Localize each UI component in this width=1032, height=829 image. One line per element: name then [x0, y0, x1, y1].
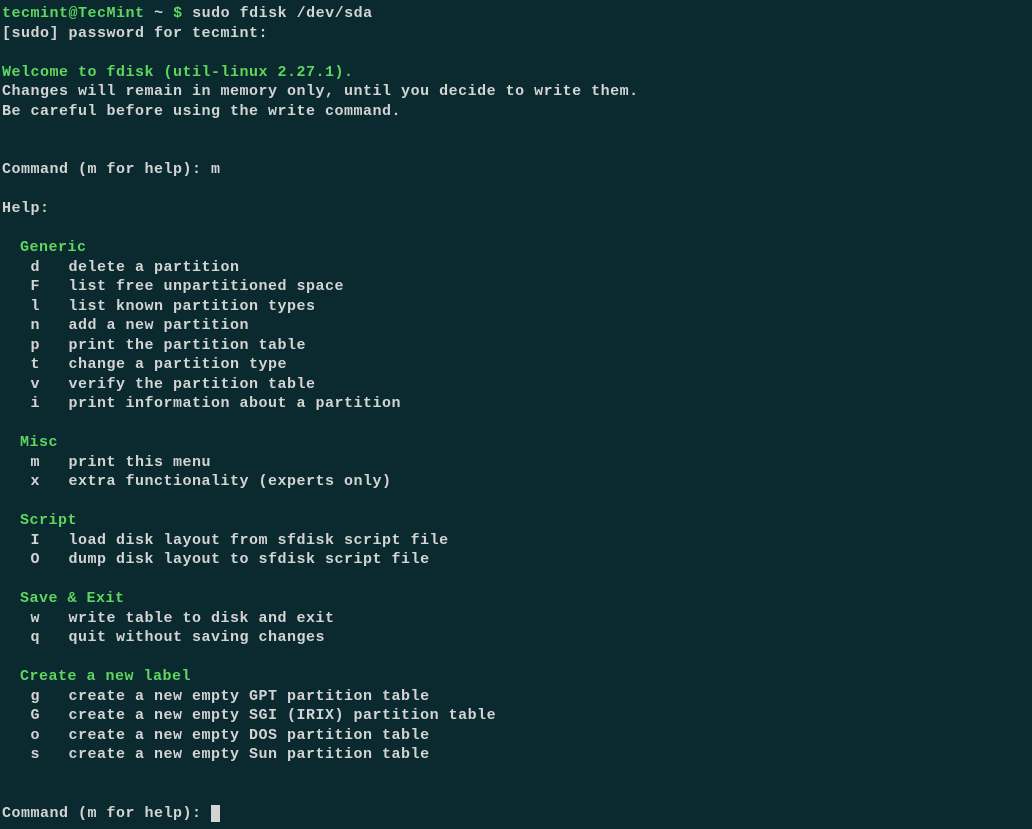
help-item: i print information about a partition: [2, 395, 401, 412]
prompt-line: tecmint@TecMint ~ $ sudo fdisk /dev/sda: [2, 5, 373, 22]
help-item: g create a new empty GPT partition table: [2, 688, 430, 705]
prompt-user: tecmint: [2, 5, 69, 22]
sudo-password-line: [sudo] password for tecmint:: [2, 25, 268, 42]
user-input: m: [211, 161, 221, 178]
command-prompt: Command (m for help): m: [2, 161, 221, 178]
help-item: s create a new empty Sun partition table: [2, 746, 430, 763]
help-item: O dump disk layout to sfdisk script file: [2, 551, 430, 568]
prompt-host: TecMint: [78, 5, 145, 22]
help-item: q quit without saving changes: [2, 629, 325, 646]
help-item: I load disk layout from sfdisk script fi…: [2, 532, 449, 549]
prompt-symbol: $: [173, 5, 183, 22]
help-item: w write table to disk and exit: [2, 610, 335, 627]
help-item: d delete a partition: [2, 259, 240, 276]
warn-line-2: Be careful before using the write comman…: [2, 103, 401, 120]
terminal-output[interactable]: tecmint@TecMint ~ $ sudo fdisk /dev/sda …: [2, 4, 1030, 823]
help-item: G create a new empty SGI (IRIX) partitio…: [2, 707, 496, 724]
help-item: v verify the partition table: [2, 376, 316, 393]
typed-command: sudo fdisk /dev/sda: [192, 5, 373, 22]
section-script: Script: [2, 512, 77, 529]
help-item: n add a new partition: [2, 317, 249, 334]
section-label: Create a new label: [2, 668, 191, 685]
help-header: Help:: [2, 200, 50, 217]
command-prompt-2[interactable]: Command (m for help):: [2, 805, 220, 822]
help-item: l list known partition types: [2, 298, 316, 315]
section-save: Save & Exit: [2, 590, 125, 607]
section-misc: Misc: [2, 434, 58, 451]
prompt-at: @: [69, 5, 79, 22]
welcome-line: Welcome to fdisk (util-linux 2.27.1).: [2, 64, 354, 81]
section-generic: Generic: [2, 239, 87, 256]
help-item: x extra functionality (experts only): [2, 473, 392, 490]
help-item: m print this menu: [2, 454, 211, 471]
help-item: t change a partition type: [2, 356, 287, 373]
cursor: [211, 805, 220, 822]
help-item: F list free unpartitioned space: [2, 278, 344, 295]
help-item: p print the partition table: [2, 337, 306, 354]
prompt-path: ~: [154, 5, 164, 22]
help-item: o create a new empty DOS partition table: [2, 727, 430, 744]
warn-line-1: Changes will remain in memory only, unti…: [2, 83, 639, 100]
